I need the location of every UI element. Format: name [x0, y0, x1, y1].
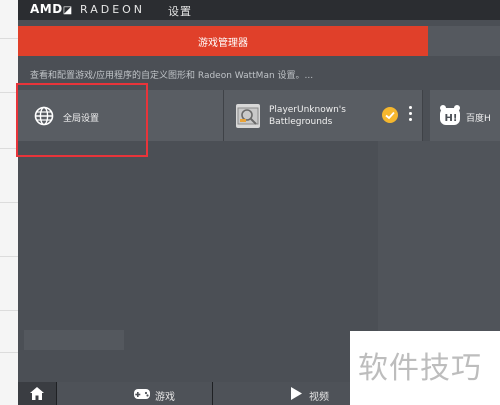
watermark-text: 软件技巧 [358, 351, 482, 386]
home-icon [30, 387, 44, 400]
app-window: AMD◪ RADEON 设置 游戏管理器 查看和配置游戏/应用程序的自定义图形和… [0, 0, 500, 405]
baidu-game-label: 百度H [466, 114, 491, 124]
nav-home-button[interactable] [18, 382, 57, 405]
settings-title: 设置 [168, 5, 192, 18]
game-thumbnail-icon [236, 104, 260, 128]
nav-games-button[interactable]: 游戏 [57, 382, 213, 405]
annotation-highlight-box [16, 83, 148, 157]
play-icon [291, 387, 302, 400]
content-panel [378, 141, 500, 331]
svg-text:H!: H! [445, 113, 458, 124]
faint-bar [24, 330, 124, 350]
nav-games-label: 游戏 [155, 392, 175, 403]
nav-video-button[interactable]: 视频 [213, 382, 368, 405]
pubg-game-card[interactable]: PlayerUnknown's Battlegrounds [224, 90, 423, 141]
baidu-game-card[interactable]: H! 百度H [430, 90, 500, 141]
radeon-logo: RADEON [80, 3, 146, 16]
gamepad-icon [134, 389, 150, 399]
game-manager-title: 游戏管理器 [198, 38, 248, 49]
nav-video-label: 视频 [309, 392, 329, 403]
amd-logo: AMD◪ [30, 2, 73, 16]
check-badge-icon [382, 107, 398, 123]
game-manager-tab[interactable]: 游戏管理器 [18, 26, 428, 56]
baidu-h-icon: H! [440, 105, 460, 125]
title-bar-filler [428, 26, 500, 56]
page-description: 查看和配置游戏/应用程序的自定义图形和 Radeon WattMan 设置。..… [30, 71, 314, 81]
header-bar: AMD◪ RADEON 设置 [18, 0, 500, 20]
watermark: 软件技巧 [350, 331, 500, 405]
more-options-icon[interactable] [409, 106, 413, 124]
pubg-game-label: PlayerUnknown's Battlegrounds [269, 105, 346, 127]
host-left-strip [0, 0, 19, 405]
